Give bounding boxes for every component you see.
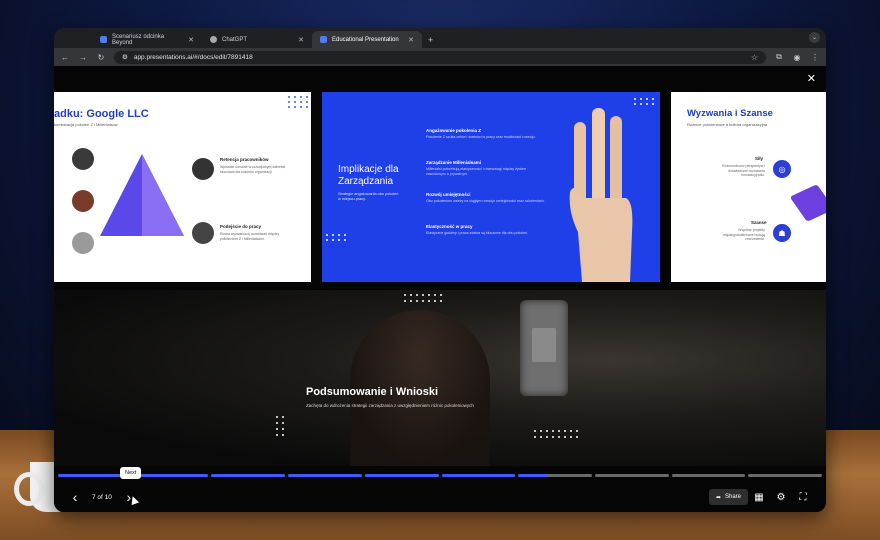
list-item: Elastyczność w pracy Elastyczne godziny … (426, 224, 546, 236)
back-icon[interactable]: ← (60, 53, 70, 62)
progress-segment[interactable] (671, 474, 746, 477)
grid-view-icon[interactable]: ▦ (748, 492, 770, 503)
item-heading: Szanse (751, 220, 767, 225)
progress-segment[interactable] (211, 474, 286, 477)
star-icon[interactable]: ☆ (751, 53, 758, 62)
main-slide: Podsumowanie i Wnioski Zachęta do wdroże… (54, 290, 826, 466)
tab-label: Educational Presentation (332, 36, 399, 43)
menu-icon[interactable]: ⋮ (810, 53, 820, 62)
slide-counter: 7 of 10 (92, 493, 112, 501)
new-tab-button[interactable]: + (422, 31, 439, 48)
item-heading: Siły (755, 156, 764, 161)
slide-subtitle: Zachęta do wdrożenia strategii zarządzan… (306, 403, 474, 408)
progress-segment[interactable] (441, 474, 516, 477)
tab-strip: Scenariusz odcinka Beyond ✕ ChatGPT ✕ Ed… (54, 28, 826, 48)
photo-icon (72, 190, 94, 212)
photo-icon (192, 222, 214, 244)
item-body: Pokolenie Z szuka celów i wartości w pra… (426, 135, 536, 139)
slide-thumbnail-current[interactable]: Implikacje dla Zarządzania Strategie ang… (322, 92, 660, 282)
player-controls: ‹ 7 of 10 › ➦ Share ▦ ⚙ ⛶ (54, 482, 826, 512)
presentations-icon (320, 36, 327, 43)
slide-thumbnail-next[interactable]: Wyzwania i Szanse Różnice pokoleniowe a … (671, 92, 826, 282)
gear-icon[interactable]: ⚙ (770, 492, 792, 503)
tab-label: ChatGPT (222, 36, 248, 43)
close-icon[interactable]: ✕ (807, 72, 816, 85)
pyramid-graphic-side (142, 154, 184, 236)
docs-icon (100, 36, 107, 43)
list-item: Angażowanie pokolenia Z Pokolenie Z szuk… (426, 128, 546, 140)
profile-icon[interactable]: ◉ (792, 53, 802, 62)
slide-thumbnail-prev[interactable]: adku: Google LLC kombinacja pokoleń Z i … (54, 92, 311, 282)
fullscreen-icon[interactable]: ⛶ (792, 492, 814, 503)
slide-title: Podsumowanie i Wnioski (306, 386, 439, 398)
decorative-dots (404, 294, 442, 302)
chevron-down-icon[interactable]: ⌄ (809, 32, 820, 43)
item-heading: Rozwój umiejętności (426, 192, 471, 197)
tab-label: Scenariusz odcinka Beyond (112, 33, 165, 46)
progress-segment[interactable] (594, 474, 669, 477)
progress-segment[interactable] (364, 474, 439, 477)
item-body: Obu pokoleniom zależy na ciągłym rozwoju… (426, 199, 545, 203)
tab-educational-presentation[interactable]: Educational Presentation ✕ (312, 31, 422, 48)
item-body: Wspólne projekty międzypokoleniowe buduj… (722, 228, 765, 241)
decorative-dots (326, 234, 347, 241)
progress-segment[interactable] (518, 474, 592, 477)
extensions-icon[interactable]: ⧉ (774, 52, 784, 62)
chatgpt-icon (210, 36, 217, 43)
item-heading: Angażowanie pokolenia Z (426, 128, 482, 133)
url-text: app.presentations.ai/#/docs/edit/7891418 (133, 53, 253, 61)
slide-title: Wyzwania i Szanse (687, 108, 773, 119)
chevron-left-icon[interactable]: ‹ (66, 489, 84, 505)
close-icon[interactable]: ✕ (188, 36, 194, 44)
decorative-dots (288, 96, 309, 108)
progress-segment[interactable] (748, 474, 823, 477)
item-heading: Podejście do pracy (220, 224, 262, 229)
item-body: Ekstra wyzwaniach oczekiwań między pokol… (220, 232, 280, 241)
close-icon[interactable]: ✕ (408, 36, 414, 44)
address-bar[interactable]: ⚙ app.presentations.ai/#/docs/edit/78914… (114, 50, 766, 64)
share-label: Share (724, 494, 741, 500)
list-item: Rozwój umiejętności Obu pokoleniom zależ… (426, 192, 546, 204)
slide-subtitle: Różnice pokoleniowe a kultura organizacy… (687, 122, 768, 127)
share-button[interactable]: ➦ Share (708, 489, 748, 505)
decorative-dots (534, 430, 578, 438)
decorative-dots (276, 416, 284, 436)
reload-icon[interactable]: ↻ (96, 53, 106, 62)
browser-toolbar: ← → ↻ ⚙ app.presentations.ai/#/docs/edit… (54, 48, 826, 66)
next-tooltip: Next (120, 467, 142, 479)
slide-progress-bar[interactable] (58, 474, 823, 477)
browser-window: Scenariusz odcinka Beyond ✕ ChatGPT ✕ Ed… (54, 28, 826, 512)
list-item: Zarządzanie Millenialsami Millenialsi po… (426, 160, 546, 176)
share-icon: ➦ (715, 494, 721, 501)
slide-subtitle: kombinacja pokoleń Z i Millenialsów (54, 122, 118, 127)
target-icon: ◎ (773, 160, 791, 178)
site-info-icon[interactable]: ⚙ (122, 53, 128, 61)
tab-scenariusz[interactable]: Scenariusz odcinka Beyond ✕ (92, 31, 202, 48)
item-heading: Zarządzanie Millenialsami (426, 160, 482, 165)
photo-icon (72, 232, 94, 254)
hand-three-fingers-image (569, 108, 633, 282)
item-heading: Retencja pracowników (220, 157, 269, 162)
tab-chatgpt[interactable]: ChatGPT ✕ (202, 31, 312, 48)
item-body: Różnorodność perspektyw i doświadczeń wz… (722, 164, 765, 177)
forward-icon[interactable]: → (78, 53, 88, 62)
item-body: Elastyczne godziny i praca zdalna są klu… (426, 231, 529, 235)
decorative-dots (634, 98, 655, 105)
slide-title: Implikacje dla Zarządzania (338, 164, 399, 187)
presentation-viewer: ✕ adku: Google LLC kombinacja pokoleń Z … (54, 66, 826, 512)
slide-title: adku: Google LLC (54, 108, 149, 120)
photo-icon (192, 158, 214, 180)
group-icon: ☗ (773, 224, 791, 242)
item-heading: Elastyczność w pracy (426, 224, 473, 229)
progress-segment[interactable] (134, 474, 209, 477)
close-icon[interactable]: ✕ (298, 36, 304, 44)
photo-icon (72, 148, 94, 170)
slide-subtitle: Strategie angażowania obu pokoleń w miej… (338, 192, 399, 201)
payphone-image (520, 300, 568, 396)
cube-graphic (789, 184, 826, 222)
item-body: Millenialsi potrzebują elastyczności i r… (426, 167, 527, 176)
progress-segment[interactable] (288, 474, 362, 477)
item-body: Wpisanie uznanie w rozwojowym zakresie, … (220, 165, 287, 174)
